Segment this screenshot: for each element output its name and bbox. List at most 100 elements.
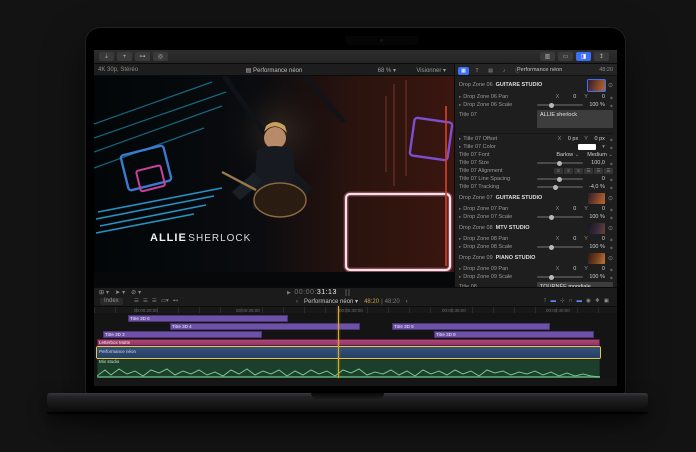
disclosure-icon[interactable]: ▸: [459, 206, 461, 212]
audio-clip[interactable]: Mix studio: [97, 359, 600, 378]
value-field[interactable]: 100 %: [587, 102, 605, 108]
tracking-slider[interactable]: [537, 186, 583, 188]
inspector-toggle-button[interactable]: ◨: [576, 52, 591, 61]
scale-slider[interactable]: [537, 276, 583, 278]
settings-icon[interactable]: ⊙: [608, 82, 613, 89]
keyframe-icon[interactable]: ◆: [610, 137, 613, 142]
value-field[interactable]: -4,0 %: [587, 184, 605, 190]
color-swatch[interactable]: [578, 144, 596, 150]
import-media-button[interactable]: ⇣: [99, 52, 114, 61]
value-field[interactable]: 0: [591, 94, 605, 100]
index-button[interactable]: Index: [100, 298, 123, 305]
timeline-tracks[interactable]: Titre 3D 6 Titre 3D 4 Titre 3D 5 Titre 3…: [94, 313, 617, 379]
keyframe-icon[interactable]: ◆: [610, 145, 613, 150]
display-options-menu[interactable]: ⊞▾: [99, 289, 109, 296]
audio-monitor-button[interactable]: ▬: [577, 298, 583, 304]
disclosure-icon[interactable]: ▸: [459, 214, 461, 220]
title-07-text-field[interactable]: ALLIE sherlock: [537, 110, 613, 128]
timeline-ruler[interactable]: 00:00:20:00 00:00:25:00 00:00:30:00 00:0…: [94, 306, 617, 313]
background-tasks-button[interactable]: ◎: [153, 52, 168, 61]
value-field[interactable]: 0: [591, 206, 605, 212]
dropzone-08-thumbnail[interactable]: [588, 223, 605, 234]
insert-edit-button[interactable]: ▬: [550, 298, 556, 304]
disclosure-icon[interactable]: ▸: [459, 136, 461, 142]
value-field[interactable]: 0: [562, 206, 576, 212]
font-weight-select[interactable]: Medium ⌄: [587, 152, 613, 158]
keyframe-icon[interactable]: ◆: [610, 245, 613, 250]
keyframe-icon[interactable]: ◆: [610, 237, 613, 242]
overwrite-edit-button[interactable]: ∩: [569, 298, 573, 304]
disclosure-icon[interactable]: ▸: [459, 236, 461, 242]
keyframe-icon[interactable]: ◆: [610, 207, 613, 212]
appearance-option-icon[interactable]: ☰: [143, 298, 148, 305]
line-spacing-slider[interactable]: [537, 178, 583, 180]
tab-audio[interactable]: ♪: [499, 67, 510, 75]
value-field[interactable]: 0: [562, 266, 576, 272]
value-field[interactable]: 0 px: [591, 136, 605, 142]
keyframe-icon[interactable]: ◆: [610, 177, 613, 182]
settings-icon[interactable]: ⊙: [608, 225, 613, 232]
value-field[interactable]: 0: [587, 176, 605, 182]
justify-left-button[interactable]: ☰: [584, 168, 593, 174]
timecode-display[interactable]: ▶ 00:00:31:13: [287, 289, 351, 296]
value-field[interactable]: 100,0: [587, 160, 605, 166]
clip-appearance-menu[interactable]: ▭▾: [161, 298, 169, 305]
scale-slider[interactable]: [537, 246, 583, 248]
disclosure-icon[interactable]: ▸: [459, 102, 461, 108]
value-field[interactable]: 0: [562, 236, 576, 242]
font-family-select[interactable]: Barlow ⌄: [556, 152, 579, 158]
connect-edit-button[interactable]: ⊺: [544, 298, 547, 304]
forward-arrow-icon[interactable]: ›: [406, 299, 408, 305]
disclosure-icon[interactable]: ▸: [459, 266, 461, 272]
dropzone-09-thumbnail[interactable]: [588, 253, 605, 264]
play-icon[interactable]: ▶: [287, 290, 291, 296]
justify-right-button[interactable]: ☰: [604, 168, 613, 174]
viewer-zoom-menu[interactable]: 68 % ▾: [378, 67, 396, 74]
title-clip[interactable]: Titre 3D 6: [128, 315, 288, 322]
align-left-button[interactable]: ≡: [554, 168, 563, 174]
letterbox-matte-clip[interactable]: Letterbox Matte: [97, 339, 600, 346]
video-clip-selected[interactable]: Performance néon: [97, 347, 600, 358]
appearance-option-icon[interactable]: ☰: [134, 298, 139, 305]
value-field[interactable]: 0: [591, 266, 605, 272]
keyword-editor-button[interactable]: ⊶: [135, 52, 150, 61]
audio-meters-icon[interactable]: [345, 289, 351, 296]
size-slider[interactable]: [537, 162, 583, 164]
append-edit-button[interactable]: ⊹: [560, 298, 565, 304]
browser-toggle-button[interactable]: ▥: [540, 52, 555, 61]
settings-icon[interactable]: ⊙: [608, 255, 613, 262]
disclosure-icon[interactable]: ▸: [459, 144, 461, 150]
align-center-button[interactable]: ≡: [564, 168, 573, 174]
add-button[interactable]: +: [117, 52, 132, 61]
keyframe-icon[interactable]: ◆: [610, 185, 613, 190]
keyframe-icon[interactable]: ◆: [610, 161, 613, 166]
justify-center-button[interactable]: ☰: [594, 168, 603, 174]
align-right-button[interactable]: ≡: [574, 168, 583, 174]
tool-menu[interactable]: ➤▾: [115, 289, 125, 296]
value-field[interactable]: 0: [591, 236, 605, 242]
tab-generator[interactable]: ▦: [458, 67, 469, 75]
disclosure-icon[interactable]: ▸: [459, 274, 461, 280]
keyframe-icon[interactable]: ◆: [610, 215, 613, 220]
timeline-toggle-button[interactable]: ▭: [558, 52, 573, 61]
back-arrow-icon[interactable]: ‹: [296, 299, 298, 305]
share-button[interactable]: ↥: [594, 52, 609, 61]
viewer-view-menu[interactable]: Visionner ▾: [416, 67, 446, 74]
effects-browser-button[interactable]: ❖: [595, 298, 600, 304]
keyframe-icon[interactable]: ◆: [610, 103, 613, 108]
dropzone-06-thumbnail[interactable]: [588, 80, 605, 91]
title-clip[interactable]: Titre 3D 3: [103, 331, 262, 338]
title-clip[interactable]: Titre 3D 5: [392, 323, 550, 330]
title-clip[interactable]: Titre 3D 8: [434, 331, 594, 338]
value-field[interactable]: 0 px: [564, 136, 578, 142]
disclosure-icon[interactable]: ▸: [459, 94, 461, 100]
value-field[interactable]: 100 %: [587, 274, 605, 280]
zoom-tool-menu[interactable]: ⌖▾: [173, 298, 178, 305]
viewer-canvas[interactable]: ALLIE SHERLOCK: [94, 76, 455, 287]
project-name-menu[interactable]: Performance néon ▾: [304, 298, 358, 305]
appearance-option-icon[interactable]: ☰: [152, 298, 157, 305]
dropzone-07-thumbnail[interactable]: [588, 193, 605, 204]
tab-video[interactable]: ▤: [485, 67, 496, 75]
disclosure-icon[interactable]: ▸: [459, 244, 461, 250]
value-field[interactable]: 100 %: [587, 214, 605, 220]
